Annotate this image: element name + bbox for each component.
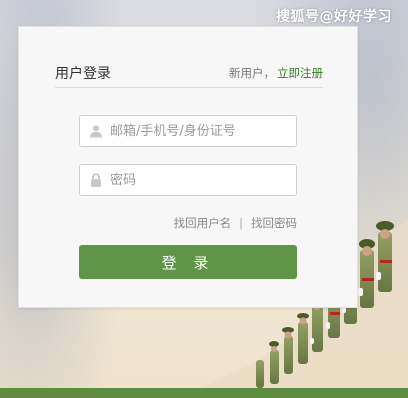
- watermark-text: 搜狐号@好好学习: [276, 9, 392, 25]
- bottom-green-bar: [0, 388, 408, 398]
- forgot-username-link[interactable]: 找回用户名: [174, 216, 232, 230]
- login-card-header: 用户登录 新用户， 立即注册: [55, 61, 323, 88]
- account-input[interactable]: [110, 116, 290, 146]
- user-icon: [90, 125, 102, 138]
- account-field[interactable]: [79, 115, 297, 147]
- login-card: 用户登录 新用户，立即注册 找回用户名 | 找回密码 登 录: [18, 26, 358, 308]
- password-input[interactable]: [110, 165, 290, 195]
- recovery-links: 找回用户名 | 找回密码: [79, 215, 297, 231]
- register-link[interactable]: 立即注册: [277, 66, 323, 80]
- login-title: 用户登录: [55, 66, 111, 82]
- login-button[interactable]: 登 录: [79, 245, 297, 279]
- new-user-prompt: 新用户， 立即注册: [229, 65, 323, 81]
- password-field[interactable]: [79, 164, 297, 196]
- links-separator: |: [239, 216, 243, 230]
- forgot-password-link[interactable]: 找回密码: [251, 216, 297, 230]
- lock-icon: [91, 173, 101, 187]
- new-user-label: 新用户，: [229, 66, 275, 80]
